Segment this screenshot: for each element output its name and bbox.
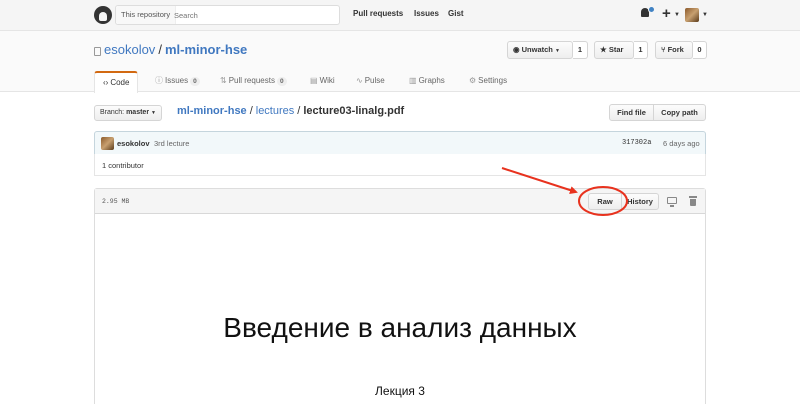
tab-wiki[interactable]: ▤ Wiki (310, 71, 335, 93)
branch-name: master (126, 109, 150, 116)
tab-graphs-label: Graphs (418, 76, 445, 85)
search-box: This repository (115, 5, 340, 25)
breadcrumb-folder-link[interactable]: lectures (256, 105, 295, 117)
raw-button[interactable]: Raw (588, 193, 622, 210)
watchers-count[interactable]: 1 (573, 41, 588, 59)
book-icon: ▤ (310, 76, 318, 85)
create-new-icon[interactable]: + (662, 5, 671, 22)
unwatch-label: Unwatch (521, 45, 553, 54)
graph-icon: ▥ (409, 76, 417, 85)
tab-graphs[interactable]: ▥ Graphs (409, 71, 445, 93)
tab-code-label: Code (110, 78, 130, 87)
find-file-button[interactable]: Find file (609, 104, 654, 121)
tab-code[interactable]: ‹› Code (94, 71, 139, 93)
issue-icon: ⓘ (155, 76, 163, 85)
star-button[interactable]: ★ Star (594, 41, 634, 59)
issues-count-badge: 0 (190, 77, 200, 86)
breadcrumb-separator: / (297, 105, 301, 117)
tab-pulse[interactable]: ∿ Pulse (356, 71, 385, 93)
tab-settings[interactable]: ⚙ Settings (469, 71, 507, 93)
chevron-down-icon: ▼ (555, 48, 560, 54)
tab-pull-requests-label: Pull requests (228, 76, 275, 85)
commit-sha-link[interactable]: 317302a (622, 139, 651, 147)
trash-icon[interactable] (689, 196, 697, 206)
chevron-down-icon[interactable]: ▼ (702, 12, 708, 18)
repo-header: esokolov / ml-minor-hse ◉ Unwatch ▼ 1 ★ St… (0, 31, 800, 93)
fork-label: Fork (667, 45, 684, 54)
tab-pulse-label: Pulse (364, 76, 385, 85)
commit-message-link[interactable]: 3rd lecture (154, 139, 189, 148)
notification-bell-icon[interactable] (640, 6, 655, 19)
repo-icon (94, 47, 101, 56)
fork-button[interactable]: ⑂ Fork (655, 41, 693, 59)
star-icon: ★ (600, 45, 607, 54)
nav-pull-requests[interactable]: Pull requests (353, 9, 403, 18)
forks-count[interactable]: 0 (693, 41, 707, 59)
breadcrumb-file-name: lecture03-linalg.pdf (303, 105, 405, 117)
file-header: 2.95 MB Raw History (95, 189, 705, 214)
repo-title-separator: / (158, 42, 162, 57)
repo-title: esokolov / ml-minor-hse (104, 42, 247, 57)
contributors-count: 1 contributor (102, 161, 144, 170)
pull-request-icon: ⇅ (220, 76, 227, 85)
star-label: Star (608, 45, 624, 54)
code-icon: ‹› (103, 78, 109, 87)
repo-owner-link[interactable]: esokolov (104, 42, 155, 57)
branch-selector[interactable]: Branch: master ▼ (94, 105, 162, 121)
pdf-page-subtitle: Лекция 3 (375, 384, 425, 398)
commit-tease: esokolov 3rd lecture 317302a 6 days ago (94, 131, 706, 155)
contributors-bar[interactable]: 1 contributor (94, 154, 706, 176)
github-logo-icon[interactable] (94, 6, 112, 24)
commit-author-link[interactable]: esokolov (117, 139, 150, 148)
gear-icon: ⚙ (469, 76, 477, 85)
pulse-icon: ∿ (356, 76, 363, 85)
breadcrumb: ml-minor-hse / lectures / lecture03-linalg.p… (177, 105, 404, 117)
tab-issues-label: Issues (165, 76, 189, 85)
tab-pull-requests[interactable]: ⇅ Pull requests 0 (220, 71, 287, 93)
site-header: This repository Pull requests Issues Gis… (0, 0, 800, 31)
pull-requests-count-badge: 0 (276, 77, 287, 86)
branch-prefix: Branch: (100, 109, 125, 116)
search-scope-label: This repository (116, 6, 177, 24)
unwatch-button[interactable]: ◉ Unwatch ▼ (507, 41, 573, 59)
chevron-down-icon: ▼ (151, 110, 156, 116)
search-input[interactable] (174, 6, 334, 24)
file-size: 2.95 MB (102, 198, 130, 205)
copy-path-button[interactable]: Copy path (653, 104, 706, 121)
breadcrumb-separator: / (249, 105, 253, 117)
history-button[interactable]: History (621, 193, 659, 210)
chevron-down-icon[interactable]: ▼ (674, 12, 680, 18)
pdf-page-title: Введение в анализ данных (223, 312, 577, 343)
commit-time: 6 days ago (663, 139, 700, 148)
user-avatar[interactable] (685, 8, 699, 22)
desktop-icon[interactable] (667, 197, 677, 207)
stars-count[interactable]: 1 (634, 41, 648, 59)
file-box: 2.95 MB Raw History Введение в анализ да… (94, 188, 706, 404)
tab-issues[interactable]: ⓘ Issues 0 (155, 71, 200, 93)
tab-settings-label: Settings (478, 76, 508, 85)
nav-gist[interactable]: Gist (448, 9, 464, 18)
breadcrumb-repo-link[interactable]: ml-minor-hse (177, 105, 247, 117)
eye-icon: ◉ (513, 45, 520, 54)
nav-issues[interactable]: Issues (414, 9, 439, 18)
commit-author-avatar[interactable] (101, 137, 114, 150)
tab-wiki-label: Wiki (319, 76, 335, 85)
repo-name-link[interactable]: ml-minor-hse (165, 42, 247, 57)
fork-icon: ⑂ (661, 45, 666, 54)
